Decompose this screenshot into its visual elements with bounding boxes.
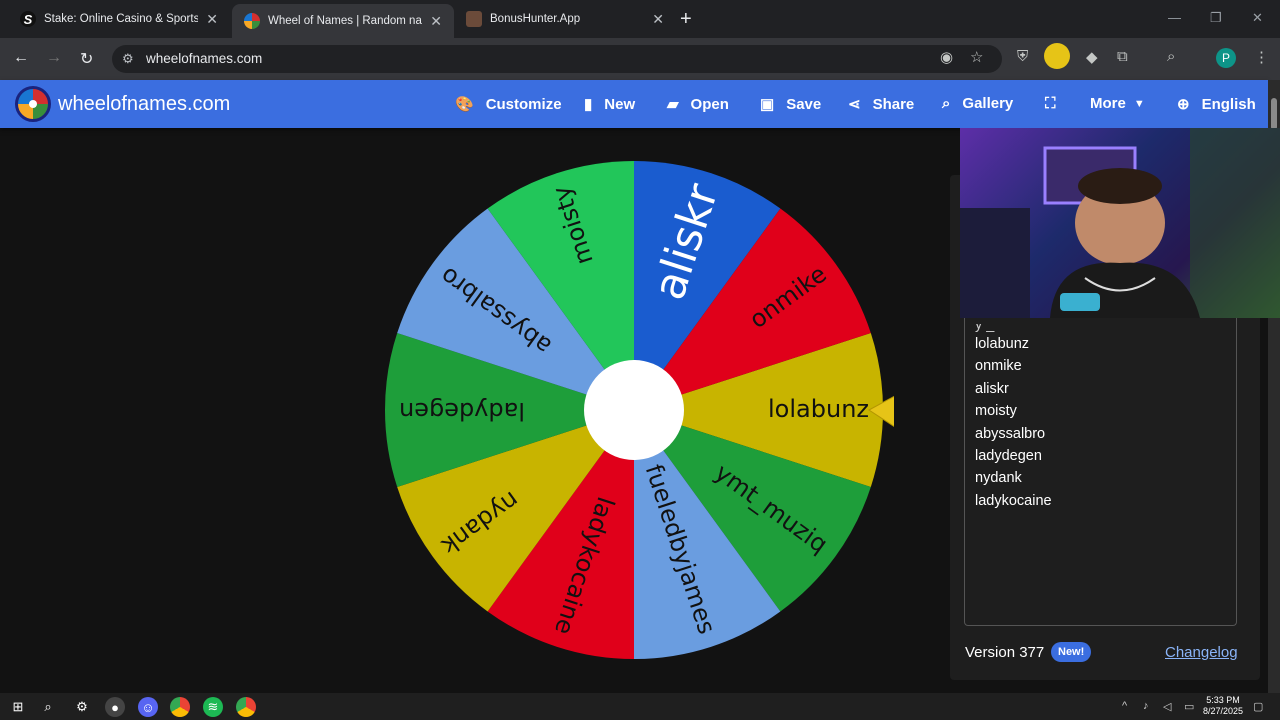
forward-icon[interactable]: → bbox=[46, 49, 62, 67]
address-bar[interactable]: ⚙ wheelofnames.com bbox=[112, 45, 1002, 73]
version-label: Version 377 bbox=[965, 644, 1045, 661]
wheel-favicon-icon bbox=[244, 13, 260, 29]
discord-icon[interactable]: ☺ bbox=[138, 697, 158, 717]
share-label: Share bbox=[872, 95, 915, 113]
spotify-icon[interactable]: ≋ bbox=[203, 697, 223, 717]
entries-textarea[interactable]: y _ lolabunz onmike aliskr moisty abyssalbro… bbox=[964, 318, 1237, 626]
minimize-icon[interactable]: — bbox=[1168, 10, 1181, 25]
wheel-center-button[interactable] bbox=[584, 360, 684, 460]
clock-time: 5:33 PM bbox=[1206, 695, 1240, 705]
clock-date: 8/27/2025 bbox=[1202, 706, 1244, 716]
entry-item: onmike bbox=[975, 358, 1022, 375]
site-info-icon[interactable]: ⚙ bbox=[122, 45, 134, 73]
extension-diamond-icon[interactable]: ◆ bbox=[1086, 48, 1098, 66]
customize-label: Customize bbox=[485, 95, 562, 113]
more-button[interactable]: More ▼ bbox=[1090, 95, 1145, 112]
app-header: wheelofnames.com 🎨 Customize ▮ New ▰ Ope… bbox=[0, 80, 1268, 128]
back-icon[interactable]: ← bbox=[13, 49, 29, 67]
chevron-down-icon: ▼ bbox=[1133, 97, 1145, 110]
share-button[interactable]: ⋖ Share bbox=[848, 95, 915, 114]
extension-avatar-icon[interactable] bbox=[1044, 43, 1070, 69]
gallery-label: Gallery bbox=[962, 95, 1014, 112]
tab-title: Wheel of Names | Random name picker bbox=[268, 15, 422, 27]
fullscreen-icon: ⛶ bbox=[1045, 95, 1056, 112]
brand-title[interactable]: wheelofnames.com bbox=[58, 93, 230, 116]
more-label: More bbox=[1090, 95, 1126, 112]
language-label: English bbox=[1201, 95, 1256, 113]
notifications-icon[interactable]: ▢ bbox=[1253, 700, 1263, 713]
obs-icon[interactable]: ● bbox=[105, 697, 125, 717]
wheel-segment-label: lolabunz bbox=[768, 395, 869, 423]
chrome-icon[interactable] bbox=[170, 697, 190, 717]
open-button[interactable]: ▰ Open bbox=[667, 95, 729, 114]
fullscreen-button[interactable]: ⛶ bbox=[1045, 95, 1056, 112]
close-tab-icon[interactable]: ✕ bbox=[430, 13, 442, 30]
close-tab-icon[interactable]: ✕ bbox=[206, 11, 218, 28]
name-wheel[interactable]: lolabunzymt_muziqfueledbyjamesladykocain… bbox=[384, 160, 894, 670]
wheel-logo-icon[interactable] bbox=[15, 86, 51, 122]
tray-chevron-icon[interactable]: ^ bbox=[1122, 700, 1127, 712]
windows-start-icon[interactable]: ⊞ bbox=[8, 697, 28, 717]
browser-tab-stake[interactable]: S Stake: Online Casino & Sports Betting … bbox=[8, 0, 230, 38]
shield-extension-icon[interactable]: ⛨ bbox=[1017, 48, 1028, 65]
open-label: Open bbox=[690, 95, 729, 113]
tab-title: Stake: Online Casino & Sports Betting bbox=[44, 13, 199, 25]
new-label: New bbox=[604, 95, 636, 113]
webcam-overlay bbox=[960, 128, 1280, 318]
close-tab-icon[interactable]: ✕ bbox=[652, 11, 664, 28]
entry-item: abyssalbro bbox=[975, 425, 1046, 442]
entry-item: lolabunz bbox=[975, 336, 1030, 352]
maximize-icon[interactable]: ❐ bbox=[1210, 10, 1222, 26]
close-window-icon[interactable]: ✕ bbox=[1252, 10, 1263, 26]
url-text: wheelofnames.com bbox=[146, 51, 263, 66]
entry-item: ladydegen bbox=[975, 447, 1042, 464]
entry-item: moisty bbox=[975, 403, 1017, 420]
entry-item: ladykocaine bbox=[975, 492, 1052, 509]
changelog-link[interactable]: Changelog bbox=[1165, 644, 1238, 661]
bookmark-star-icon[interactable]: ☆ bbox=[970, 48, 983, 66]
customize-button[interactable]: 🎨 Customize bbox=[455, 95, 562, 114]
new-button[interactable]: ▮ New bbox=[584, 95, 636, 114]
tab-title: BonusHunter.App bbox=[490, 13, 581, 25]
windows-taskbar bbox=[0, 693, 1280, 720]
search-icon: ⌕ bbox=[942, 95, 951, 112]
reload-icon[interactable]: ↻ bbox=[80, 49, 93, 69]
microphone-icon[interactable]: ♪ bbox=[1143, 700, 1149, 712]
folder-icon: ▰ bbox=[667, 96, 679, 113]
file-icon: ▮ bbox=[584, 96, 593, 113]
extensions-puzzle-icon[interactable]: ⧉ bbox=[1117, 48, 1128, 65]
taskbar-clock[interactable]: 5:33 PM 8/27/2025 bbox=[1198, 695, 1248, 717]
floppy-icon: ▣ bbox=[760, 96, 775, 113]
tab-search-icon[interactable]: ⌕ bbox=[1167, 48, 1175, 65]
wheel-segment-label: ladydegen bbox=[399, 397, 525, 425]
palette-icon: 🎨 bbox=[455, 96, 474, 113]
browser-tab-wheel-of-names[interactable]: Wheel of Names | Random name picker ✕ bbox=[232, 4, 454, 38]
browser-tab-bonushunter[interactable]: BonusHunter.App ✕ bbox=[454, 0, 676, 38]
chrome-profile-icon[interactable] bbox=[236, 697, 256, 717]
profile-avatar[interactable]: P bbox=[1216, 48, 1236, 68]
browser-menu-icon[interactable]: ⋮ bbox=[1254, 48, 1269, 66]
taskbar-search-icon[interactable]: ⌕ bbox=[38, 697, 58, 717]
share-icon: ⋖ bbox=[848, 96, 861, 113]
new-badge: New! bbox=[1051, 642, 1092, 662]
gallery-button[interactable]: ⌕ Gallery bbox=[942, 95, 1013, 112]
save-button[interactable]: ▣ Save bbox=[760, 95, 822, 114]
eye-off-icon[interactable]: ◉ bbox=[940, 48, 953, 66]
bonushunter-favicon-icon bbox=[466, 11, 482, 27]
globe-icon: ⊕ bbox=[1177, 96, 1190, 113]
volume-icon[interactable]: ◁ bbox=[1163, 700, 1171, 713]
steam-icon[interactable]: ⚙ bbox=[72, 697, 92, 717]
stake-favicon-icon: S bbox=[20, 11, 36, 27]
language-button[interactable]: ⊕ English bbox=[1177, 95, 1256, 114]
entry-item: nydank bbox=[975, 470, 1022, 487]
network-icon[interactable]: ▭ bbox=[1184, 700, 1194, 713]
partial-entry: y _ bbox=[975, 324, 995, 333]
browser-tab-strip: S Stake: Online Casino & Sports Betting … bbox=[0, 0, 1280, 38]
entry-item: aliskr bbox=[975, 380, 1009, 397]
new-tab-icon[interactable]: + bbox=[680, 8, 692, 31]
save-label: Save bbox=[786, 95, 822, 113]
